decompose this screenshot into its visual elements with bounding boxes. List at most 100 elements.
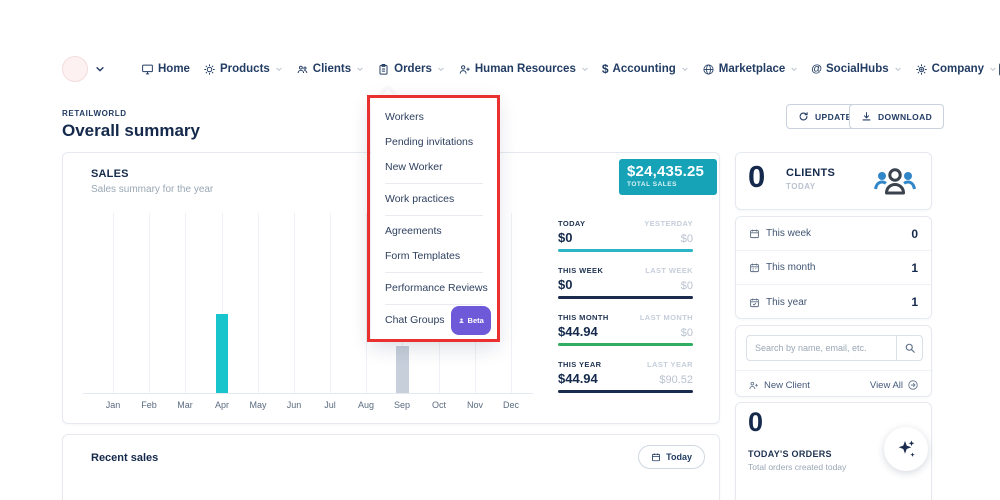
sales-stats: TODAYYESTERDAY $0$0 THIS WEEKLAST WEEK $… xyxy=(558,219,693,393)
calendar-icon xyxy=(749,228,760,239)
monitor-icon xyxy=(141,63,154,76)
nav-item-products[interactable]: Products xyxy=(203,63,283,76)
client-actions-row: New Client View All xyxy=(748,376,919,394)
new-client-link[interactable]: New Client xyxy=(748,380,810,391)
new-client-label: New Client xyxy=(764,380,810,391)
list-item-value: 0 xyxy=(911,227,918,241)
calendar-icon xyxy=(749,262,760,273)
stat-compare-label: LAST YEAR xyxy=(647,360,693,369)
clients-today-card: 0 CLIENTS TODAY xyxy=(735,152,932,210)
search-button[interactable] xyxy=(896,336,922,360)
nav-item-accounting[interactable]: $ Accounting xyxy=(602,63,689,75)
menu-item-label: Chat Groups xyxy=(385,308,445,333)
chevron-down-icon xyxy=(95,64,105,74)
axis-tick-apr: Apr xyxy=(204,400,240,410)
list-item-this-year: This year 1 xyxy=(736,285,931,319)
stat-value: $44.94 xyxy=(558,324,598,339)
nav-item-clients[interactable]: Clients xyxy=(296,63,364,76)
list-item-this-week: This week 0 xyxy=(736,217,931,251)
stat-compare-value: $0 xyxy=(681,233,693,245)
globe-icon xyxy=(702,63,715,76)
ai-assistant-button[interactable] xyxy=(884,427,928,471)
menu-item-new-worker[interactable]: New Worker xyxy=(371,155,497,180)
chevron-down-icon xyxy=(681,65,689,73)
menu-item-label: New Worker xyxy=(385,155,443,180)
workspace-logo xyxy=(62,56,88,82)
list-item-label: This month xyxy=(766,262,815,273)
workspace-switcher[interactable] xyxy=(62,56,105,82)
download-button[interactable]: DOWNLOAD xyxy=(849,104,944,129)
menu-item-work-practices[interactable]: Work practices xyxy=(371,187,497,212)
top-navigation: Home Products Clients Orders Human Resou… xyxy=(62,52,940,86)
sparkles-icon xyxy=(894,437,918,461)
people-group-icon xyxy=(873,164,917,198)
axis-tick-mar: Mar xyxy=(167,400,203,410)
menu-item-label: Workers xyxy=(385,105,424,130)
axis-tick-aug: Aug xyxy=(348,400,384,410)
gear-icon xyxy=(915,63,928,76)
menu-divider xyxy=(385,215,483,216)
stat-compare-label: LAST WEEK xyxy=(645,266,693,275)
nav-item-home[interactable]: Home xyxy=(141,63,190,76)
download-label: DOWNLOAD xyxy=(878,112,932,122)
total-sales-label: TOTAL SALES xyxy=(627,181,709,188)
nav-label: Orders xyxy=(394,63,432,75)
search-icon xyxy=(904,342,916,354)
stat-this-week: THIS WEEKLAST WEEK $0$0 xyxy=(558,266,693,299)
nav-label: Human Resources xyxy=(475,63,576,75)
stat-compare-label: YESTERDAY xyxy=(644,219,693,228)
refresh-icon xyxy=(798,111,809,122)
view-all-link[interactable]: View All xyxy=(870,379,919,391)
axis-tick-jul: Jul xyxy=(312,400,348,410)
axis-tick-may: May xyxy=(240,400,276,410)
menu-item-chat-groups[interactable]: Chat Groups Beta xyxy=(371,308,497,333)
client-search-card: New Client View All xyxy=(735,325,932,397)
chevron-down-icon xyxy=(790,65,798,73)
at-sign-icon: @ xyxy=(811,63,822,75)
stat-compare-label: LAST MONTH xyxy=(640,313,693,322)
client-search-input[interactable] xyxy=(747,336,896,360)
gear-icon xyxy=(203,63,216,76)
total-sales-value: $24,435.25 xyxy=(627,163,709,180)
calendar-icon xyxy=(651,452,661,462)
menu-item-label: Agreements xyxy=(385,219,442,244)
stat-underline xyxy=(558,390,693,393)
menu-item-form-templates[interactable]: Form Templates xyxy=(371,244,497,269)
menu-item-agreements[interactable]: Agreements xyxy=(371,219,497,244)
nav-item-socialhubs[interactable]: @ SocialHubs xyxy=(811,63,901,75)
menu-divider xyxy=(385,183,483,184)
person-icon xyxy=(458,317,465,324)
stat-underline xyxy=(558,249,693,252)
orders-count: 0 xyxy=(748,407,763,438)
nav-menu: Home Products Clients Orders Human Resou… xyxy=(141,63,997,76)
page-title: Overall summary xyxy=(62,121,200,141)
nav-item-human-resources[interactable]: Human Resources xyxy=(458,63,589,76)
today-filter-button[interactable]: Today xyxy=(638,445,705,469)
people-icon xyxy=(296,63,309,76)
nav-label: Accounting xyxy=(613,63,676,75)
stat-underline xyxy=(558,296,693,299)
clients-label: CLIENTS xyxy=(786,167,835,179)
person-plus-icon xyxy=(458,63,471,76)
stat-label: THIS YEAR xyxy=(558,360,601,369)
menu-item-workers[interactable]: Workers xyxy=(371,105,497,130)
today-filter-label: Today xyxy=(666,452,692,462)
nav-item-marketplace[interactable]: Marketplace xyxy=(702,63,798,76)
stat-label: THIS WEEK xyxy=(558,266,603,275)
nav-label: Marketplace xyxy=(719,63,785,75)
recent-sales-card: Recent sales Today xyxy=(62,434,720,500)
menu-item-performance-reviews[interactable]: Performance Reviews xyxy=(371,276,497,301)
nav-item-company[interactable]: Company xyxy=(915,63,997,76)
stat-compare-value: $0 xyxy=(681,327,693,339)
nav-label: Clients xyxy=(313,63,351,75)
nav-item-orders[interactable]: Orders xyxy=(377,63,445,76)
menu-item-label: Performance Reviews xyxy=(385,276,488,301)
divider xyxy=(736,370,933,371)
chevron-down-icon xyxy=(989,65,997,73)
axis-tick-jan: Jan xyxy=(95,400,131,410)
stat-label: THIS MONTH xyxy=(558,313,609,322)
menu-item-pending-invitations[interactable]: Pending invitations xyxy=(371,130,497,155)
menu-divider xyxy=(385,304,483,305)
nav-label: Products xyxy=(220,63,270,75)
stat-compare-value: $90.52 xyxy=(659,374,693,386)
